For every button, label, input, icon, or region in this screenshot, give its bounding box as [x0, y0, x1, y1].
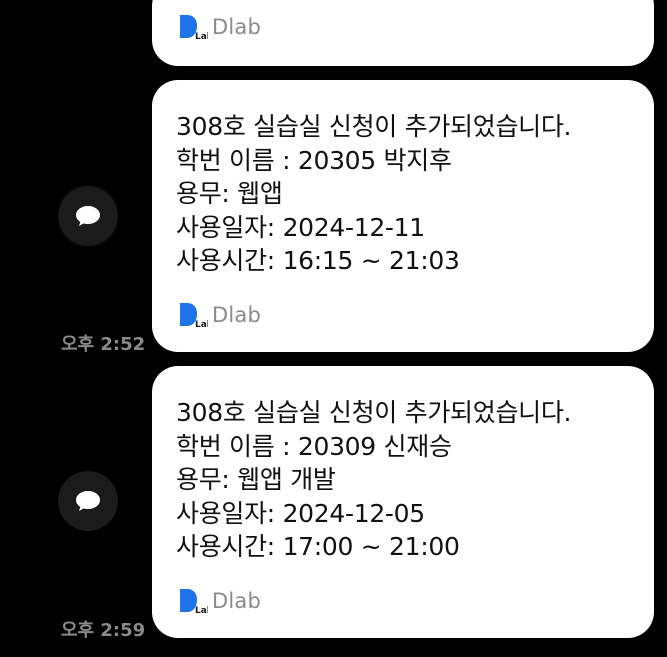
sender-avatar[interactable]: [58, 186, 118, 246]
message-line: 사용일자: 2024-12-11: [176, 212, 425, 242]
brand-name: Dlab: [212, 15, 262, 39]
sender-avatar[interactable]: [58, 471, 118, 531]
message-line: 학번 이름 : 20309 신재승: [176, 431, 452, 461]
dlab-logo-icon: Lab: [178, 588, 214, 616]
chat-bubble-icon: [76, 491, 100, 511]
message-text: 308호 실습실 신청이 추가되었습니다. 학번 이름 : 20305 박지후 …: [176, 110, 644, 278]
message-line: 308호 실습실 신청이 추가되었습니다.: [176, 112, 572, 141]
message-bubble[interactable]: 308호 실습실 신청이 추가되었습니다. 학번 이름 : 20309 신재승 …: [152, 366, 654, 638]
brand-name: Dlab: [212, 303, 262, 327]
message-line: 용무: 웹앱: [176, 179, 283, 208]
message-time: 오후 2:59: [61, 620, 146, 641]
brand-row: Lab Dlab: [178, 588, 262, 616]
message-line: 사용시간: 17:00 ~ 21:00: [176, 532, 460, 561]
message-line: 용무: 웹앱 개발: [176, 465, 336, 494]
message-bubble[interactable]: 308호 실습실 신청이 추가되었습니다. 학번 이름 : 20305 박지후 …: [152, 80, 654, 352]
svg-text:Lab: Lab: [195, 32, 208, 40]
brand-row: Lab Dlab: [178, 302, 262, 330]
message-line: 사용일자: 2024-12-05: [176, 498, 425, 528]
brand-row: Lab Dlab: [178, 14, 262, 42]
svg-text:Lab: Lab: [195, 320, 208, 328]
message-text: 308호 실습실 신청이 추가되었습니다. 학번 이름 : 20309 신재승 …: [176, 396, 644, 564]
message-time: 오후 2:52: [61, 334, 146, 355]
message-bubble-top[interactable]: Lab Dlab: [152, 0, 654, 66]
svg-text:Lab: Lab: [195, 606, 208, 614]
dlab-logo-icon: Lab: [178, 14, 214, 42]
chat-bubble-icon: [76, 206, 100, 226]
message-line: 사용시간: 16:15 ~ 21:03: [176, 246, 460, 275]
dlab-logo-icon: Lab: [178, 302, 214, 330]
message-line: 308호 실습실 신청이 추가되었습니다.: [176, 398, 572, 427]
brand-name: Dlab: [212, 589, 262, 613]
message-line: 학번 이름 : 20305 박지후: [176, 145, 452, 175]
